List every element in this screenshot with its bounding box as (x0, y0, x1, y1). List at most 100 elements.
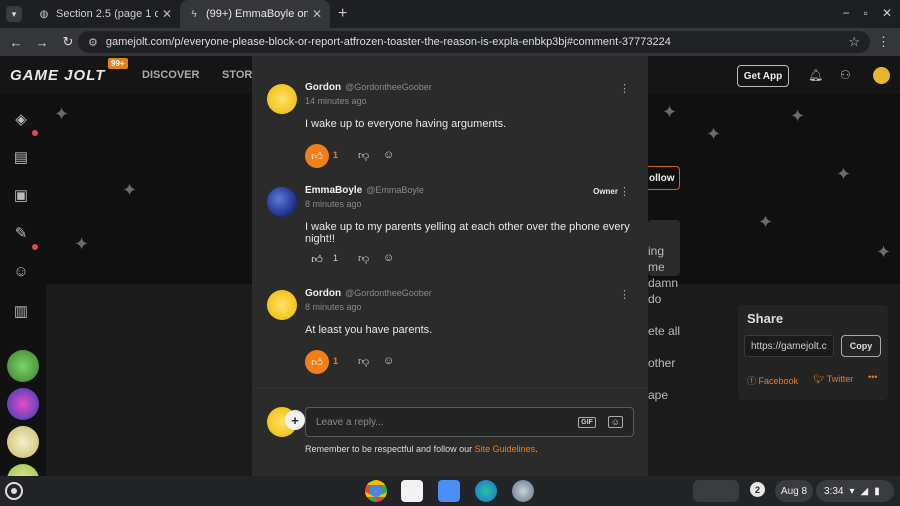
store-icon[interactable]: ▤ (10, 146, 32, 168)
comment-avatar[interactable] (267, 290, 297, 320)
emoji-picker-icon[interactable]: ☺ (607, 416, 623, 428)
copy-button[interactable]: Copy (841, 335, 881, 357)
reply-input[interactable]: Leave a reply... GIF ☺ (305, 407, 634, 437)
like-icon[interactable]: 👍︎ (305, 144, 329, 168)
alert-dot (32, 130, 38, 136)
comment-avatar[interactable] (267, 187, 297, 217)
post-text-fragment: damn (648, 276, 679, 290)
like-icon[interactable]: 👍︎ (305, 350, 329, 374)
comment-options-icon[interactable]: ⋮ (619, 82, 630, 95)
star-decoration: ✦ (74, 234, 90, 254)
twitter-share-link[interactable]: 🐦︎ Twitter (813, 374, 853, 385)
comment-list[interactable]: Gordon @GordontheeGoober 14 minutes ago ⋮… (252, 56, 648, 388)
like-count[interactable]: 1 (333, 356, 338, 366)
user-avatar[interactable] (873, 67, 890, 84)
comment-actions: 👍︎ 1 👎︎ ☺ (305, 247, 425, 271)
maximize-icon[interactable]: ▫ (864, 6, 868, 20)
comment-actions: 👍︎ 1 👎︎ ☺ (305, 144, 425, 168)
like-icon[interactable]: 👍︎ (305, 247, 329, 271)
comment-author[interactable]: EmmaBoyle @EmmaBoyle (305, 185, 424, 196)
star-decoration: ✦ (122, 180, 138, 200)
browser-toolbar: ← → ↻ ⚙ gamejolt.com/p/everyone-please-b… (0, 28, 900, 56)
address-bar[interactable]: ⚙ gamejolt.com/p/everyone-please-block-o… (78, 31, 870, 53)
reply-bar: + Leave a reply... GIF ☺ Remember to be … (252, 388, 648, 476)
community-avatar[interactable] (7, 350, 39, 382)
forward-icon[interactable]: → (32, 35, 52, 50)
add-attachment-button[interactable]: + (285, 410, 305, 430)
browser-tab-2[interactable]: ϟ (99+) EmmaBoyle on Game Jo ✕ (180, 0, 330, 28)
bell-icon[interactable]: 🔔︎ (808, 68, 823, 82)
quest-icon[interactable]: ✎ (10, 222, 32, 244)
messenger-icon[interactable] (475, 480, 497, 502)
site-info-icon[interactable]: ⚙ (88, 36, 98, 49)
get-app-button[interactable]: Get App (737, 65, 789, 87)
dislike-icon[interactable]: 👎︎ (358, 149, 369, 162)
comment-author[interactable]: Gordon @GordontheeGoober (305, 288, 432, 299)
comment-timestamp[interactable]: 8 minutes ago (305, 302, 362, 312)
back-icon[interactable]: ← (6, 35, 26, 50)
tab-title: (99+) EmmaBoyle on Game Jo (206, 8, 308, 20)
dislike-icon[interactable]: 👎︎ (358, 252, 369, 265)
post-text-fragment: ape (648, 388, 669, 402)
minimize-icon[interactable]: − (843, 6, 850, 20)
more-share-options[interactable]: ••• (868, 372, 877, 382)
comment-options-icon[interactable]: ⋮ (619, 288, 630, 301)
comment-options-icon[interactable]: ⋮ (619, 185, 630, 198)
comment-text: I wake up to my parents yelling at each … (305, 221, 630, 245)
add-reaction-icon[interactable]: ☺ (383, 252, 394, 264)
like-count[interactable]: 1 (333, 150, 338, 160)
community-avatar[interactable] (7, 388, 39, 420)
settings-icon[interactable] (512, 480, 534, 502)
guidelines-suffix: . (535, 444, 538, 454)
facebook-share-link[interactable]: ⓕ Facebook (747, 374, 798, 387)
browser-menu-icon[interactable]: ⋮ (877, 34, 890, 50)
close-icon[interactable]: ✕ (312, 7, 322, 21)
screen-capture-thumbnail[interactable] (693, 480, 739, 502)
close-window-icon[interactable]: ✕ (882, 6, 892, 20)
add-reaction-icon[interactable]: ☺ (383, 355, 394, 367)
site-guidelines-link[interactable]: Site Guidelines (475, 444, 536, 454)
files-icon[interactable] (438, 480, 460, 502)
notification-count[interactable]: 2 (750, 482, 765, 497)
gamejolt-icon: ϟ (191, 8, 197, 20)
globe-icon: ◍ (39, 8, 49, 20)
community-avatar[interactable] (7, 464, 39, 476)
gif-icon[interactable]: GIF (578, 416, 596, 428)
launcher-icon[interactable] (5, 482, 23, 500)
like-count[interactable]: 1 (333, 253, 338, 263)
activity-icon[interactable]: ◈ (10, 108, 32, 130)
library-icon[interactable]: ▥ (10, 300, 32, 322)
reload-icon[interactable]: ↻ (58, 34, 78, 50)
post-text-fragment: do (648, 292, 662, 306)
browser-tab-bar: ▾ ◍ Section 2.5 (page 1 of 2) | ace ✕ ϟ … (0, 0, 900, 28)
comment-text: At least you have parents. (305, 324, 433, 336)
date-display[interactable]: Aug 8 (775, 480, 813, 502)
share-link-input[interactable]: https://gamejolt.c (744, 335, 834, 357)
tab-search-icon[interactable]: ▾ (6, 6, 22, 22)
bag-icon[interactable]: ▣ (10, 184, 32, 206)
browser-tab-1[interactable]: ◍ Section 2.5 (page 1 of 2) | ace ✕ (30, 0, 180, 28)
comment-author[interactable]: Gordon @GordontheeGoober (305, 82, 432, 93)
close-icon[interactable]: ✕ (162, 7, 172, 21)
add-reaction-icon[interactable]: ☺ (383, 149, 394, 161)
status-area[interactable]: 3:34 ▾ ◢ ▮ (816, 480, 894, 502)
chrome-icon[interactable] (365, 480, 387, 502)
url-text: gamejolt.com/p/everyone-please-block-or-… (105, 36, 671, 48)
guidelines-prefix: Remember to be respectful and follow our (305, 444, 475, 454)
bookmark-star-icon[interactable]: ☆ (848, 34, 860, 50)
discover-link[interactable]: DISCOVER (142, 69, 199, 81)
new-tab-icon[interactable]: + (338, 5, 347, 23)
community-avatar[interactable] (7, 426, 39, 458)
comment-avatar[interactable] (267, 84, 297, 114)
gamejolt-logo[interactable]: GAME JOLT (10, 67, 105, 84)
chat-icon[interactable]: ☺ (10, 260, 32, 282)
dislike-icon[interactable]: 👎︎ (358, 355, 369, 368)
star-decoration: ✦ (706, 124, 722, 144)
comment-timestamp[interactable]: 14 minutes ago (305, 96, 367, 106)
gmail-icon[interactable] (401, 480, 423, 502)
owner-badge: Owner (593, 187, 618, 196)
share-title: Share (747, 311, 784, 326)
comment-timestamp[interactable]: 8 minutes ago (305, 199, 362, 209)
friends-icon[interactable]: ⚇ (840, 68, 851, 82)
post-text-fragment: me (648, 260, 665, 274)
